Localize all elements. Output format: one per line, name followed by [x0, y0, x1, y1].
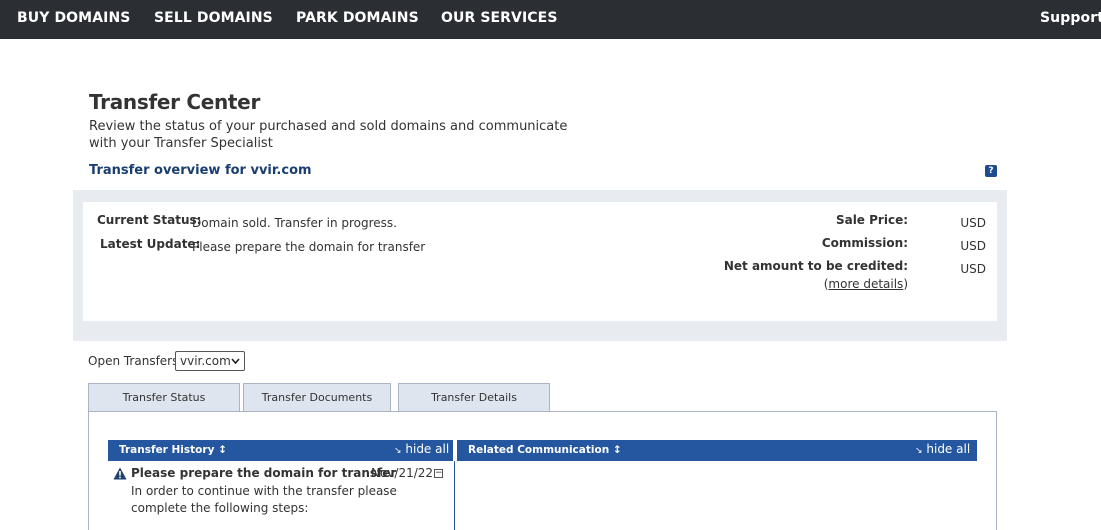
- more-details-text[interactable]: more details: [828, 277, 903, 291]
- page-subtitle: Review the status of your purchased and …: [89, 119, 568, 151]
- top-nav: BUY DOMAINS SELL DOMAINS PARK DOMAINS OU…: [0, 0, 1101, 39]
- nav-our-services[interactable]: OUR SERVICES: [441, 0, 558, 39]
- history-hide-all[interactable]: ↘ hide all: [394, 442, 449, 456]
- communication-hide-all[interactable]: ↘ hide all: [915, 442, 970, 456]
- sort-icon: ↕: [218, 444, 227, 456]
- current-status-value: Domain sold. Transfer in progress.: [192, 216, 397, 230]
- commission-label: Commission:: [821, 236, 908, 250]
- history-item-title: Please prepare the domain for transfer: [131, 466, 397, 480]
- history-item-date: Nov/21/22: [371, 466, 434, 480]
- latest-update-label: Latest Update:: [100, 237, 201, 251]
- commission-currency: USD: [960, 239, 986, 253]
- related-communication-header: Related Communication ↕ ↘ hide all: [457, 440, 977, 461]
- history-hide-all-label: hide all: [405, 442, 450, 456]
- overview-panel: Current Status: Domain sold. Transfer in…: [73, 190, 1007, 341]
- open-transfers-label: Open Transfers:: [88, 354, 183, 368]
- nav-buy-domains[interactable]: BUY DOMAINS: [17, 0, 130, 39]
- nav-support[interactable]: Support: [1040, 0, 1101, 39]
- open-transfers-select[interactable]: vvir.com: [175, 351, 245, 371]
- more-details-link[interactable]: (more details): [824, 277, 908, 291]
- transfer-history-label: Transfer History: [119, 444, 215, 456]
- warning-icon: [113, 467, 127, 480]
- tab-transfer-documents[interactable]: Transfer Documents: [243, 383, 391, 412]
- collapse-icon[interactable]: −: [434, 469, 443, 478]
- page-title: Transfer Center: [89, 90, 261, 114]
- overview-title: Transfer overview for vvir.com: [89, 163, 312, 178]
- collapse-arrow-icon: ↘: [915, 446, 923, 456]
- help-icon[interactable]: ?: [985, 165, 997, 177]
- nav-sell-domains[interactable]: SELL DOMAINS: [154, 0, 273, 39]
- sale-price-label: Sale Price:: [835, 213, 908, 227]
- transfer-history-header: Transfer History ↕ ↘ hide all: [108, 440, 453, 461]
- net-amount-currency: USD: [960, 262, 986, 276]
- communication-hide-all-label: hide all: [926, 442, 971, 456]
- overview-content: Current Status: Domain sold. Transfer in…: [83, 202, 997, 321]
- current-status-label: Current Status:: [97, 213, 202, 227]
- sale-price-currency: USD: [960, 216, 986, 230]
- latest-update-value: Please prepare the domain for transfer: [192, 240, 426, 254]
- tab-transfer-status[interactable]: Transfer Status: [88, 383, 240, 412]
- column-divider: [454, 461, 455, 530]
- transfer-history-title[interactable]: Transfer History ↕: [119, 444, 227, 456]
- related-communication-label: Related Communication: [468, 444, 610, 456]
- related-communication-title[interactable]: Related Communication ↕: [468, 444, 622, 456]
- chevron-down-icon: [231, 352, 240, 377]
- sort-icon: ↕: [612, 444, 622, 456]
- nav-park-domains[interactable]: PARK DOMAINS: [296, 0, 419, 39]
- open-transfers-selected: vvir.com: [180, 354, 231, 368]
- history-item-body: In order to continue with the transfer p…: [131, 484, 397, 515]
- net-amount-label: Net amount to be credited:: [723, 259, 908, 273]
- tab-transfer-details[interactable]: Transfer Details: [398, 383, 550, 412]
- collapse-arrow-icon: ↘: [394, 446, 402, 456]
